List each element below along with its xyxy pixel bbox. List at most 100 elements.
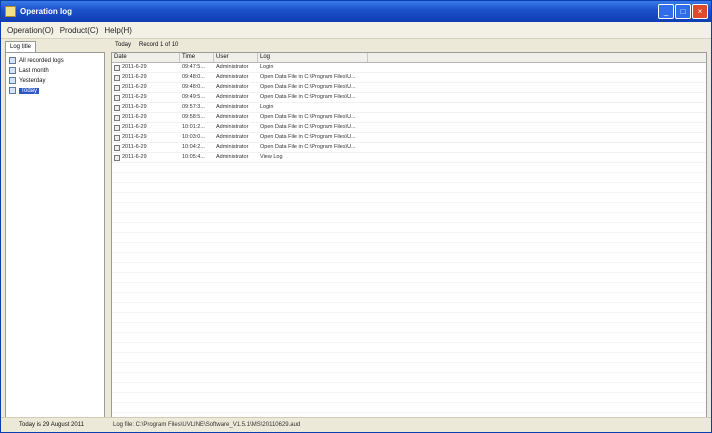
log-entry-icon bbox=[114, 114, 120, 121]
log-entry-icon bbox=[114, 144, 120, 151]
cell-time: 09:47:5... bbox=[180, 63, 214, 72]
cell-text: Open Data File in C:\Program Files\U... bbox=[260, 124, 356, 130]
empty-row bbox=[112, 323, 706, 333]
empty-row bbox=[112, 353, 706, 363]
maximize-button[interactable]: □ bbox=[675, 4, 691, 19]
cell-time: 10:03:0... bbox=[180, 133, 214, 142]
table-row[interactable]: 2011-6-29 10:05:4... Administrator View Log bbox=[112, 153, 706, 163]
cell-time: 10:05:4... bbox=[180, 153, 214, 162]
cell-text: Login bbox=[260, 104, 274, 110]
tree-item-today[interactable]: Today bbox=[9, 86, 104, 95]
folder-icon bbox=[9, 87, 16, 94]
menu-operation[interactable]: Operation(O) bbox=[7, 26, 54, 35]
cell-text: 2011-6-29 bbox=[122, 64, 147, 70]
cell-date: 2011-6-29 bbox=[112, 73, 180, 82]
cell-text: Open Data File in C:\Program Files\U... bbox=[260, 134, 356, 140]
cell-text: Administrator bbox=[216, 114, 249, 120]
cell-date: 2011-6-29 bbox=[112, 143, 180, 152]
current-view-label: Today bbox=[115, 42, 132, 48]
cell-text: 2011-6-29 bbox=[122, 144, 147, 150]
table-row[interactable]: 2011-6-29 10:01:2... Administrator Open Dat… bbox=[112, 123, 706, 133]
log-entry-icon bbox=[114, 134, 120, 141]
empty-row bbox=[112, 193, 706, 203]
title-bar[interactable]: Operation log _ □ × bbox=[1, 1, 711, 22]
cell-user: Administrator bbox=[214, 73, 258, 82]
cell-time: 09:57:3... bbox=[180, 103, 214, 112]
cell-text: 09:48:0... bbox=[182, 84, 205, 90]
cell-text: Open Data File in C:\Program Files\U... bbox=[260, 114, 356, 120]
cell-log: Login bbox=[258, 103, 368, 112]
cell-text: View Log bbox=[260, 154, 283, 160]
cell-text: Administrator bbox=[216, 64, 249, 70]
table-row[interactable]: 2011-6-29 09:58:5... Administrator Open Dat… bbox=[112, 113, 706, 123]
cell-user: Administrator bbox=[214, 123, 258, 132]
empty-row bbox=[112, 333, 706, 343]
menu-bar: Operation(O) Product(C) Help(H) bbox=[1, 22, 711, 39]
cell-date: 2011-6-29 bbox=[112, 123, 180, 132]
cell-text: Administrator bbox=[216, 74, 249, 80]
cell-date: 2011-6-29 bbox=[112, 93, 180, 102]
cell-date: 2011-6-29 bbox=[112, 113, 180, 122]
column-header-time[interactable]: Time bbox=[180, 53, 214, 62]
folder-icon bbox=[9, 77, 16, 84]
table-row[interactable]: 2011-6-29 09:49:5... Administrator Open Dat… bbox=[112, 93, 706, 103]
column-header-log[interactable]: Log bbox=[258, 53, 368, 62]
tree-item-label: Today bbox=[19, 87, 40, 94]
cell-log: Open Data File in C:\Program Files\U... bbox=[258, 93, 368, 102]
empty-row bbox=[112, 303, 706, 313]
cell-text: Administrator bbox=[216, 84, 249, 90]
cell-user: Administrator bbox=[214, 153, 258, 162]
tree-item-all-logs[interactable]: All recorded logs bbox=[9, 56, 104, 65]
tree-item-last-month[interactable]: Last month bbox=[9, 66, 104, 75]
log-entry-icon bbox=[114, 104, 120, 111]
tree-item-yesterday[interactable]: Yesterday bbox=[9, 76, 104, 85]
table-row[interactable]: 2011-6-29 10:04:2... Administrator Open Dat… bbox=[112, 143, 706, 153]
empty-row bbox=[112, 163, 706, 173]
cell-date: 2011-6-29 bbox=[112, 133, 180, 142]
table-row[interactable]: 2011-6-29 09:48:0... Administrator Open Dat… bbox=[112, 83, 706, 93]
column-header-date[interactable]: Date bbox=[112, 53, 180, 62]
log-entry-icon bbox=[114, 94, 120, 101]
cell-date: 2011-6-29 bbox=[112, 153, 180, 162]
cell-text: Administrator bbox=[216, 154, 249, 160]
empty-row bbox=[112, 363, 706, 373]
window-controls: _ □ × bbox=[658, 4, 708, 19]
status-date: Today is 29 August 2011 bbox=[19, 422, 84, 428]
cell-user: Administrator bbox=[214, 113, 258, 122]
empty-row bbox=[112, 383, 706, 393]
cell-user: Administrator bbox=[214, 143, 258, 152]
column-header-user[interactable]: User bbox=[214, 53, 258, 62]
tree-item-label: Last month bbox=[19, 67, 49, 74]
cell-time: 09:58:5... bbox=[180, 113, 214, 122]
empty-row bbox=[112, 183, 706, 193]
app-icon bbox=[5, 6, 16, 17]
cell-text: 2011-6-29 bbox=[122, 94, 147, 100]
table-row[interactable]: 2011-6-29 09:47:5... Administrator Login bbox=[112, 63, 706, 73]
cell-date: 2011-6-29 bbox=[112, 103, 180, 112]
cell-date: 2011-6-29 bbox=[112, 63, 180, 72]
window-title: Operation log bbox=[20, 7, 72, 16]
table-row[interactable]: 2011-6-29 09:57:3... Administrator Login bbox=[112, 103, 706, 113]
table-body: 2011-6-29 09:47:5... Administrator Login 201… bbox=[112, 63, 706, 417]
close-button[interactable]: × bbox=[692, 4, 708, 19]
status-bar: Today is 29 August 2011 Log file: C:\Pro… bbox=[1, 417, 711, 432]
cell-text: 2011-6-29 bbox=[122, 154, 147, 160]
empty-row bbox=[112, 233, 706, 243]
empty-row bbox=[112, 273, 706, 283]
log-tree: All recorded logs Last month Yesterday T… bbox=[5, 52, 105, 418]
table-row[interactable]: 2011-6-29 10:03:0... Administrator Open Dat… bbox=[112, 133, 706, 143]
cell-text: 2011-6-29 bbox=[122, 74, 147, 80]
minimize-button[interactable]: _ bbox=[658, 4, 674, 19]
cell-log: Open Data File in C:\Program Files\U... bbox=[258, 73, 368, 82]
empty-row bbox=[112, 223, 706, 233]
menu-product[interactable]: Product(C) bbox=[60, 26, 99, 35]
cell-text: 09:58:5... bbox=[182, 114, 205, 120]
folder-icon bbox=[9, 67, 16, 74]
cell-user: Administrator bbox=[214, 83, 258, 92]
cell-time: 09:48:0... bbox=[180, 83, 214, 92]
log-entry-icon bbox=[114, 124, 120, 131]
cell-user: Administrator bbox=[214, 93, 258, 102]
menu-help[interactable]: Help(H) bbox=[104, 26, 132, 35]
table-row[interactable]: 2011-6-29 09:48:0... Administrator Open Dat… bbox=[112, 73, 706, 83]
record-count: Record 1 of 10 bbox=[139, 42, 179, 48]
